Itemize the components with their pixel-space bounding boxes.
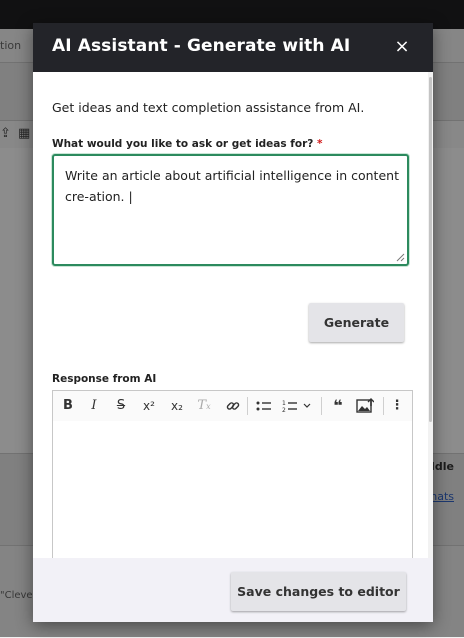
insert-image-button[interactable] [355,396,375,416]
bulleted-list-icon [256,401,271,410]
more-options-button[interactable]: ⋮ [390,396,404,416]
close-icon: × [394,36,410,57]
save-changes-button[interactable]: Save changes to editor [231,572,406,611]
remove-format-button[interactable]: Tx [195,396,213,416]
prompt-textarea[interactable]: Write an article about artificial intell… [52,154,409,266]
svg-text:1: 1 [282,400,286,407]
numbered-list-button[interactable]: 1 2 [281,396,313,416]
resize-handle-icon[interactable] [396,253,405,262]
response-label: Response from AI [52,373,157,385]
numbered-list-icon: 1 2 [282,400,311,414]
dialog-title: AI Assistant - Generate with AI [52,36,351,56]
response-editor-toolbar: B I S x² x₂ Tx 1 2 ❝ ⋮ [52,390,413,422]
dialog-footer: Save changes to editor [33,558,433,622]
link-icon [226,401,240,410]
prompt-label: What would you like to ask or get ideas … [52,138,323,150]
close-button[interactable]: × [391,36,413,58]
bold-button[interactable]: B [60,396,76,416]
ai-assistant-dialog: AI Assistant - Generate with AI × Get id… [33,23,433,622]
italic-button[interactable]: I [87,396,101,416]
prompt-label-text: What would you like to ask or get ideas … [52,138,314,150]
strikethrough-button[interactable]: S [113,396,129,416]
dialog-scrollbar-thumb[interactable] [429,77,432,422]
dialog-header: AI Assistant - Generate with AI × [33,23,433,72]
toolbar-divider [247,397,248,415]
prompt-text: Write an article about artificial intell… [65,168,399,204]
insert-image-icon [356,397,375,413]
subscript-button[interactable]: x₂ [167,396,187,416]
toolbar-divider [383,397,384,415]
required-marker: * [317,138,323,150]
superscript-button[interactable]: x² [139,396,159,416]
svg-text:2: 2 [282,407,286,413]
toolbar-divider [321,397,322,415]
link-button[interactable] [224,396,242,416]
dialog-body: Get ideas and text completion assistance… [33,72,433,558]
bulleted-list-button[interactable] [255,396,273,416]
blockquote-button[interactable]: ❝ [329,396,347,416]
generate-button[interactable]: Generate [309,303,404,342]
dialog-intro: Get ideas and text completion assistance… [52,100,365,115]
response-editor[interactable] [52,421,413,558]
